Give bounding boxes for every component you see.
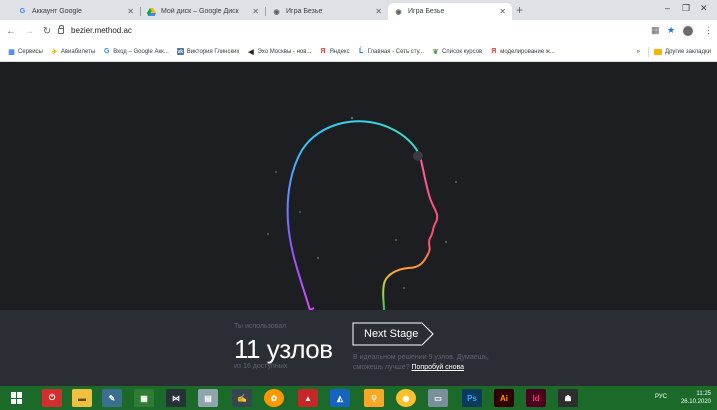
yandex-icon: Я [491,48,497,55]
new-tab-button[interactable]: + [516,3,523,17]
plane-icon: ✈ [51,48,58,56]
node-count: 11 узлов [234,334,333,364]
search-icon[interactable]: ⚲ [364,389,384,407]
bookmark-aviabilety[interactable]: ✈ Авиабилеты [51,48,95,56]
drive-icon [147,7,156,16]
bookmark-google-login[interactable]: G Вход – Google Акк... [103,48,169,55]
result-panel: Ты использовал 11 узлов из 16 доступных … [0,310,717,386]
bookmarks-bar: ▦ Сервисы ✈ Авиабилеты G Вход – Google Акк.… [0,42,717,62]
close-tab-icon[interactable]: ✕ [127,7,134,16]
available-nodes: из 16 доступных [234,363,288,370]
windows-taskbar: ⏻ ▬ ✎ ▦ ⋈ ▤ ✍ ✿ ▲ ◭ ⚲ ◉ ▭ Ps Ai Id ☗ РУС… [0,386,717,410]
vk-icon: vk [176,48,184,55]
apps-icon: ▦ [8,48,15,56]
photoshop-icon[interactable]: Ps [462,389,482,407]
start-button[interactable] [11,392,23,404]
acrobat-icon[interactable]: ▲ [298,389,318,407]
bookmark-apps[interactable]: ▦ Сервисы [8,48,43,56]
folder-icon [654,49,663,55]
file-explorer-icon[interactable]: ▬ [72,389,92,407]
globe-icon: ◉ [273,8,280,16]
signature-icon[interactable]: ✍ [232,389,252,407]
maximize-button[interactable]: ❐ [682,3,690,14]
more-bookmarks-button[interactable]: » [637,49,640,55]
translate-icon[interactable]: ▦ [651,25,660,36]
close-window-button[interactable]: ✕ [700,3,708,14]
cat-app-icon[interactable]: ☗ [558,389,578,407]
forward-button[interactable]: → [22,26,36,37]
bookmark-modeling[interactable]: Ямоделирование ж... [490,48,555,55]
tab-google-drive[interactable]: Мой диск – Google Диск ✕ [141,3,265,20]
app-blue-icon[interactable]: ◭ [330,389,350,407]
tab-google-account[interactable]: G Аккаунт Google ✕ [12,3,140,20]
language-indicator[interactable]: РУС [655,394,667,400]
close-tab-icon[interactable]: ✕ [252,7,259,16]
bookmark-star-icon[interactable]: ★ [667,25,675,36]
hint-text: В идеальном решении 9 узлов. Думаешь, см… [353,354,489,371]
globe-icon: ◉ [395,8,402,16]
used-label: Ты использовал [234,323,287,330]
browser-toolbar: ← → ↻ bezier.method.ac [0,20,717,42]
google-icon: G [104,48,110,55]
lock-icon [58,24,64,34]
other-bookmarks[interactable]: Другие закладки [665,49,711,55]
close-tab-icon[interactable]: ✕ [499,7,506,16]
bookmark-edu-network[interactable]: Ĺ Главная - Сеть сту... [358,48,424,55]
notes-icon[interactable]: ✎ [102,389,122,407]
chrome-icon[interactable]: ◉ [396,389,416,407]
tab-bezier-game-1[interactable]: ◉ Игра Безье ✕ [266,3,388,20]
yandex-icon: Я [320,48,326,55]
bookmark-echo[interactable]: ◀ Эхо Москвы - нов... [247,48,311,56]
bookmark-vk[interactable]: vk Виктория Глинских [176,48,239,55]
next-stage-button[interactable]: Next Stage [352,322,434,346]
leaf-icon: ❦ [432,48,439,56]
bezier-canvas[interactable] [0,62,717,310]
edu-icon: Ĺ [358,48,364,55]
power-icon[interactable]: ⏻ [42,389,62,407]
tab-strip: G Аккаунт Google ✕ Мой диск – Google Дис… [0,0,717,20]
bookmark-yandex[interactable]: Я Яндекс [319,48,349,55]
display-icon[interactable]: ▭ [428,389,448,407]
indesign-icon[interactable]: Id [526,389,546,407]
echo-icon: ◀ [248,48,254,56]
head-profile-drawing [267,116,457,310]
reload-button[interactable]: ↻ [40,26,54,37]
address-bar[interactable]: bezier.method.ac [58,22,643,39]
bowtie-icon[interactable]: ⋈ [166,389,186,407]
try-again-link[interactable]: Попробуй снова [412,364,465,371]
google-icon: G [19,8,26,15]
back-button[interactable]: ← [4,26,18,37]
browser-window: G Аккаунт Google ✕ Мой диск – Google Дис… [0,0,717,410]
calc-app-icon[interactable]: ▤ [198,389,218,407]
paint-icon[interactable]: ✿ [264,389,284,407]
illustrator-icon[interactable]: Ai [494,389,514,407]
minimize-button[interactable]: – [665,3,670,13]
bookmark-course-list[interactable]: ❦ Список курсов [432,48,483,56]
calculator-icon[interactable]: ▦ [134,389,154,407]
close-tab-icon[interactable]: ✕ [375,7,382,16]
avatar[interactable] [683,26,693,36]
tab-bezier-game-active[interactable]: ◉ Игра Безье ✕ [388,3,512,20]
menu-icon[interactable]: ⋮ [704,25,713,36]
clock[interactable]: 11:25 26.10.2020 [681,390,711,406]
